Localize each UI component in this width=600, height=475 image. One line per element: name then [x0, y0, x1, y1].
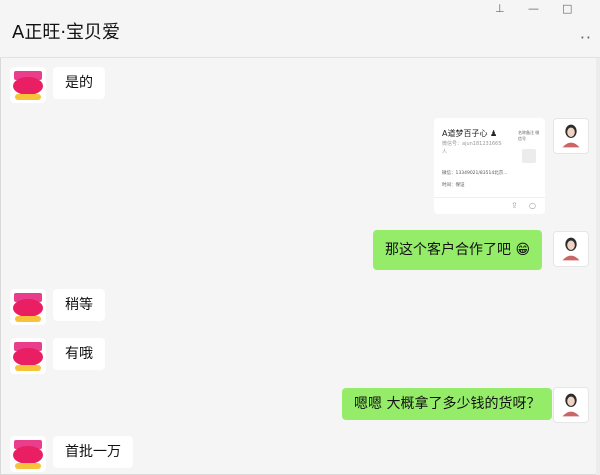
- contact-account: 微信号：ajun1812316658: [442, 141, 502, 147]
- pin-icon[interactable]: ⊥: [495, 2, 505, 15]
- chat-title: A正旺·宝贝爱: [12, 22, 121, 43]
- avatar[interactable]: [10, 67, 46, 103]
- avatar-portrait-icon: [562, 393, 580, 417]
- avatar[interactable]: [10, 436, 46, 472]
- chat-header: A正旺·宝贝爱 ⊥ — □ ··: [0, 0, 600, 58]
- avatar-portrait-icon: [562, 124, 580, 148]
- scrollbar[interactable]: [596, 58, 600, 475]
- avatar-logo-icon: [13, 440, 43, 469]
- self-avatar[interactable]: [553, 387, 589, 423]
- message-bubble[interactable]: 有哦: [53, 338, 105, 370]
- avatar[interactable]: [10, 338, 46, 374]
- message-bubble[interactable]: 嗯嗯 大概拿了多少钱的货呀？: [342, 388, 553, 420]
- more-icon[interactable]: ··: [580, 28, 592, 47]
- self-avatar[interactable]: [553, 118, 589, 154]
- contact-row: 微信：13349021/83514北京...: [442, 171, 508, 176]
- card-footer: ⇪ ○: [434, 197, 545, 214]
- contact-card[interactable]: A道梦百子心 ♟ 微信号：ajun1812316658 人 名称备注 微信号 微…: [434, 118, 545, 214]
- comment-icon[interactable]: ○: [529, 201, 536, 210]
- minimize-icon[interactable]: —: [528, 2, 539, 15]
- share-icon[interactable]: ⇪: [511, 201, 518, 210]
- contact-name: A道梦百子心 ♟: [442, 129, 498, 138]
- message-bubble[interactable]: 是的: [53, 67, 105, 99]
- avatar-logo-icon: [13, 71, 43, 100]
- contact-side-text: 名称备注 微信号: [518, 130, 540, 141]
- contact-sub: 人: [442, 149, 448, 155]
- avatar-portrait-icon: [562, 237, 580, 261]
- avatar[interactable]: [10, 289, 46, 325]
- self-avatar[interactable]: [553, 231, 589, 267]
- message-bubble[interactable]: 那这个客户合作了吧 😁: [373, 230, 543, 270]
- avatar-logo-icon: [13, 342, 43, 371]
- avatar-logo-icon: [13, 293, 43, 322]
- message-bubble[interactable]: 稍等: [53, 289, 105, 321]
- maximize-icon[interactable]: □: [562, 2, 572, 15]
- contact-avatar: [522, 149, 536, 163]
- contact-row: 时间：保证: [442, 183, 465, 188]
- message-bubble[interactable]: 首批一万: [53, 436, 133, 468]
